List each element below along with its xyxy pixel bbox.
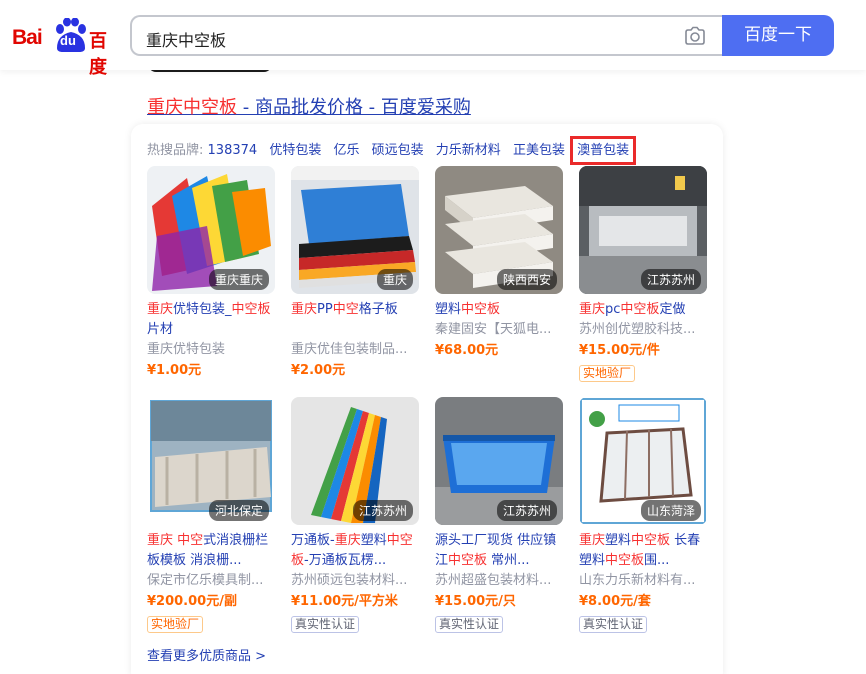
product-item[interactable]: 江苏苏州 万通板-重庆塑料中空板-万通板瓦楞... 苏州硕远包装材料... ¥1… (291, 397, 419, 633)
location-badge: 重庆 (376, 269, 413, 290)
shop-name[interactable]: 重庆优佳包装制品... (291, 340, 419, 360)
shop-name[interactable]: 苏州硕远包装材料... (291, 571, 419, 591)
product-price: ¥15.00元/只 (435, 594, 516, 609)
location-badge: 重庆重庆 (208, 269, 269, 290)
product-title[interactable]: 重庆PP中空格子板 (291, 300, 419, 340)
verified-factory-tag: 实地验厂 (147, 616, 204, 633)
logo-du: du (60, 33, 76, 48)
product-price: ¥8.00元/套 (579, 594, 651, 609)
product-title[interactable]: 重庆pc中空板定做 (579, 300, 707, 320)
shop-name[interactable]: 山东力乐新材料有... (579, 571, 707, 591)
product-image[interactable]: 重庆 (291, 166, 419, 294)
product-image[interactable]: 江苏苏州 (435, 397, 563, 525)
brand-link[interactable]: 138374 (208, 143, 258, 158)
product-title[interactable]: 重庆 中空式消浪栅栏板模板 消浪栅... (147, 531, 275, 571)
brand-link[interactable]: 硕远包装 (372, 143, 424, 158)
product-title[interactable]: 重庆塑料中空板 长春塑料中空板围... (579, 531, 707, 571)
product-item[interactable]: 重庆 重庆PP中空格子板 重庆优佳包装制品... ¥2.00元 (291, 166, 419, 382)
product-image[interactable]: 河北保定 (147, 397, 275, 525)
brand-link[interactable]: 优特包装 (269, 143, 321, 158)
product-title[interactable]: 重庆优特包装_中空板片材 (147, 300, 275, 340)
product-item[interactable]: 山东菏泽 重庆塑料中空板 长春塑料中空板围... 山东力乐新材料有... ¥8.… (579, 397, 707, 633)
authenticity-tag: 真实性认证 (435, 616, 504, 633)
baidu-logo[interactable]: Bai du 百度 (12, 18, 116, 78)
product-image[interactable]: 江苏苏州 (579, 166, 707, 294)
location-badge: 江苏苏州 (640, 269, 701, 290)
brand-link[interactable]: 力乐新材料 (436, 143, 501, 158)
product-image[interactable]: 山东菏泽 (579, 397, 707, 525)
product-item[interactable]: 重庆重庆 重庆优特包装_中空板片材 重庆优特包装 ¥1.00元 (147, 166, 275, 382)
shop-name[interactable]: 保定市亿乐模具制... (147, 571, 275, 591)
logo-bai: Bai (12, 26, 43, 49)
hot-brands-label: 热搜品牌: (147, 143, 204, 158)
verified-factory-tag: 实地验厂 (579, 365, 636, 382)
camera-icon[interactable] (684, 26, 706, 46)
brand-link[interactable]: 亿乐 (333, 143, 359, 158)
shop-name[interactable]: 秦建固安【天狐电... (435, 320, 563, 340)
product-price: ¥11.00元/平方米 (291, 594, 398, 609)
brand-link[interactable]: 正美包装 (513, 143, 565, 158)
product-item[interactable]: 江苏苏州 重庆pc中空板定做 苏州创优塑胶科技... ¥15.00元/件 实地验… (579, 166, 707, 382)
shop-name[interactable]: 重庆优特包装 (147, 340, 275, 360)
top-bar: Bai du 百度 重庆中空板 百度一下 (0, 0, 866, 78)
shop-name[interactable]: 苏州超盛包装材料... (435, 571, 563, 591)
product-image[interactable]: 江苏苏州 (291, 397, 419, 525)
product-price: ¥15.00元/件 (579, 343, 660, 358)
authenticity-tag: 真实性认证 (579, 616, 648, 633)
product-image[interactable]: 重庆重庆 (147, 166, 275, 294)
product-price: ¥2.00元 (291, 363, 346, 378)
product-title[interactable]: 源头工厂现货 供应镇江中空板 常州... (435, 531, 563, 571)
title-highlight: 重庆中空板 (147, 97, 237, 118)
search-query[interactable]: 重庆中空板 (146, 27, 226, 51)
search-button[interactable]: 百度一下 (722, 15, 834, 56)
location-badge: 河北保定 (208, 500, 269, 521)
location-badge: 江苏苏州 (496, 500, 557, 521)
location-badge: 陕西西安 (496, 269, 557, 290)
product-title[interactable]: 塑料中空板 (435, 300, 563, 320)
product-price: ¥1.00元 (147, 363, 202, 378)
logo-baidu-cn: 百度 (89, 31, 107, 78)
location-badge: 江苏苏州 (352, 500, 413, 521)
product-item[interactable]: 江苏苏州 源头工厂现货 供应镇江中空板 常州... 苏州超盛包装材料... ¥1… (435, 397, 563, 633)
product-item[interactable]: 陕西西安 塑料中空板 秦建固安【天狐电... ¥68.00元 (435, 166, 563, 362)
result-title-link[interactable]: 重庆中空板 - 商品批发价格 - 百度爱采购 (147, 93, 471, 119)
product-price: ¥200.00元/副 (147, 594, 237, 609)
search-input[interactable]: 重庆中空板 (130, 15, 724, 56)
shop-name[interactable]: 苏州创优塑胶科技... (579, 320, 707, 340)
authenticity-tag: 真实性认证 (291, 616, 360, 633)
product-title[interactable]: 万通板-重庆塑料中空板-万通板瓦楞... (291, 531, 419, 571)
see-more-link[interactable]: 查看更多优质商品 > (147, 645, 266, 664)
product-item[interactable]: 河北保定 重庆 中空式消浪栅栏板模板 消浪栅... 保定市亿乐模具制... ¥2… (147, 397, 275, 633)
brand-link-highlighted[interactable]: 澳普包装 (570, 136, 637, 165)
product-image[interactable]: 陕西西安 (435, 166, 563, 294)
location-badge: 山东菏泽 (640, 500, 701, 521)
product-price: ¥68.00元 (435, 343, 499, 358)
hot-brands-row: 热搜品牌: 138374 优特包装 亿乐 硕远包装 力乐新材料 正美包装 澳普包… (147, 136, 637, 165)
title-rest: - 商品批发价格 - 百度爱采购 (237, 97, 471, 118)
